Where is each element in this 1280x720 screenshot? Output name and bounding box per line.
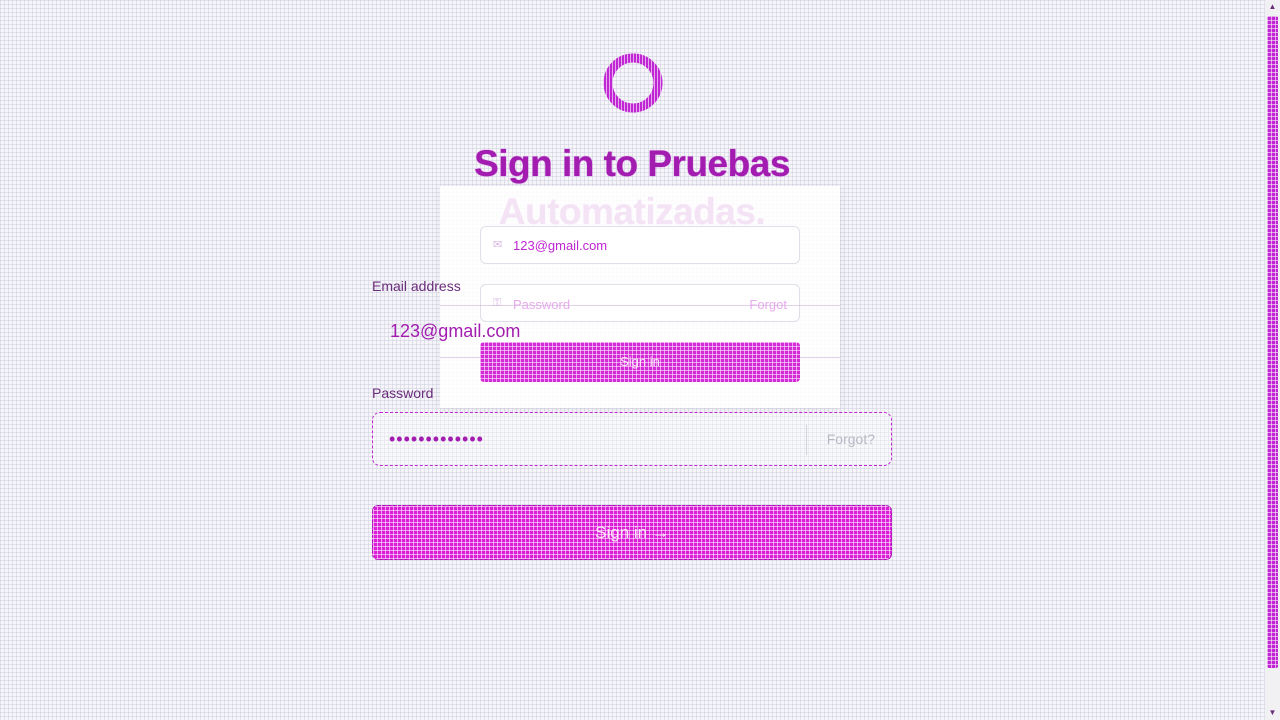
password-label: Password [372,385,434,401]
password-field[interactable]: ••••••••••••• Forgot? [372,412,892,466]
sign-in-button[interactable]: Sign in → [372,505,892,560]
vertical-scrollbar[interactable]: ▲ ▼ [1265,0,1280,720]
password-value: ••••••••••••• [389,429,484,449]
ghost-password-field: ⚿ Password Forgot [480,284,800,322]
lock-icon: ⚿ [493,297,502,309]
user-icon: ✉ [493,239,503,251]
ghost-divider [440,305,840,306]
email-field[interactable]: 123@gmail.com [390,321,520,342]
ghost-email-value: 123@gmail.com [513,238,608,253]
ghost-signin-button: Sign in [480,342,800,382]
scroll-up-arrow-icon[interactable]: ▲ [1267,2,1278,12]
scrollbar-thumb[interactable] [1267,16,1278,668]
forgot-password-link[interactable]: Forgot? [827,431,875,447]
ghost-email-field: ✉ 123@gmail.com [480,226,800,264]
email-label: Email address [372,278,461,294]
scroll-down-arrow-icon[interactable]: ▼ [1267,708,1278,718]
password-separator [806,425,807,455]
ring-logo-icon [600,52,666,114]
